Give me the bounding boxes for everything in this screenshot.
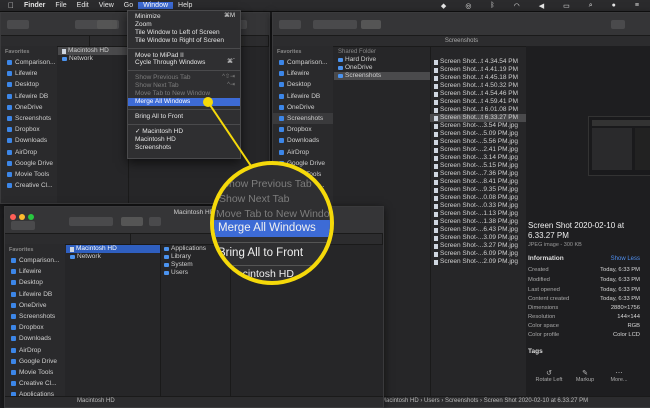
magnified-separator <box>214 242 330 243</box>
magnified-separator <box>214 265 330 266</box>
callout-dot <box>203 97 213 107</box>
magnified-macintosh-hd: Macintosh HD <box>228 268 294 280</box>
magnified-merge-all-windows: Merge All Windows <box>218 222 316 234</box>
magnified-move-tab: Move Tab to New Window <box>216 208 334 220</box>
magnified-bring-all-to-front: Bring All to Front <box>218 247 304 259</box>
magnified-show-previous-tab: Show Previous Tab <box>222 178 312 190</box>
magnifier-callout: Show Previous Tab Show Next Tab Move Tab… <box>210 161 334 285</box>
magnified-show-next-tab: Show Next Tab <box>219 193 290 205</box>
